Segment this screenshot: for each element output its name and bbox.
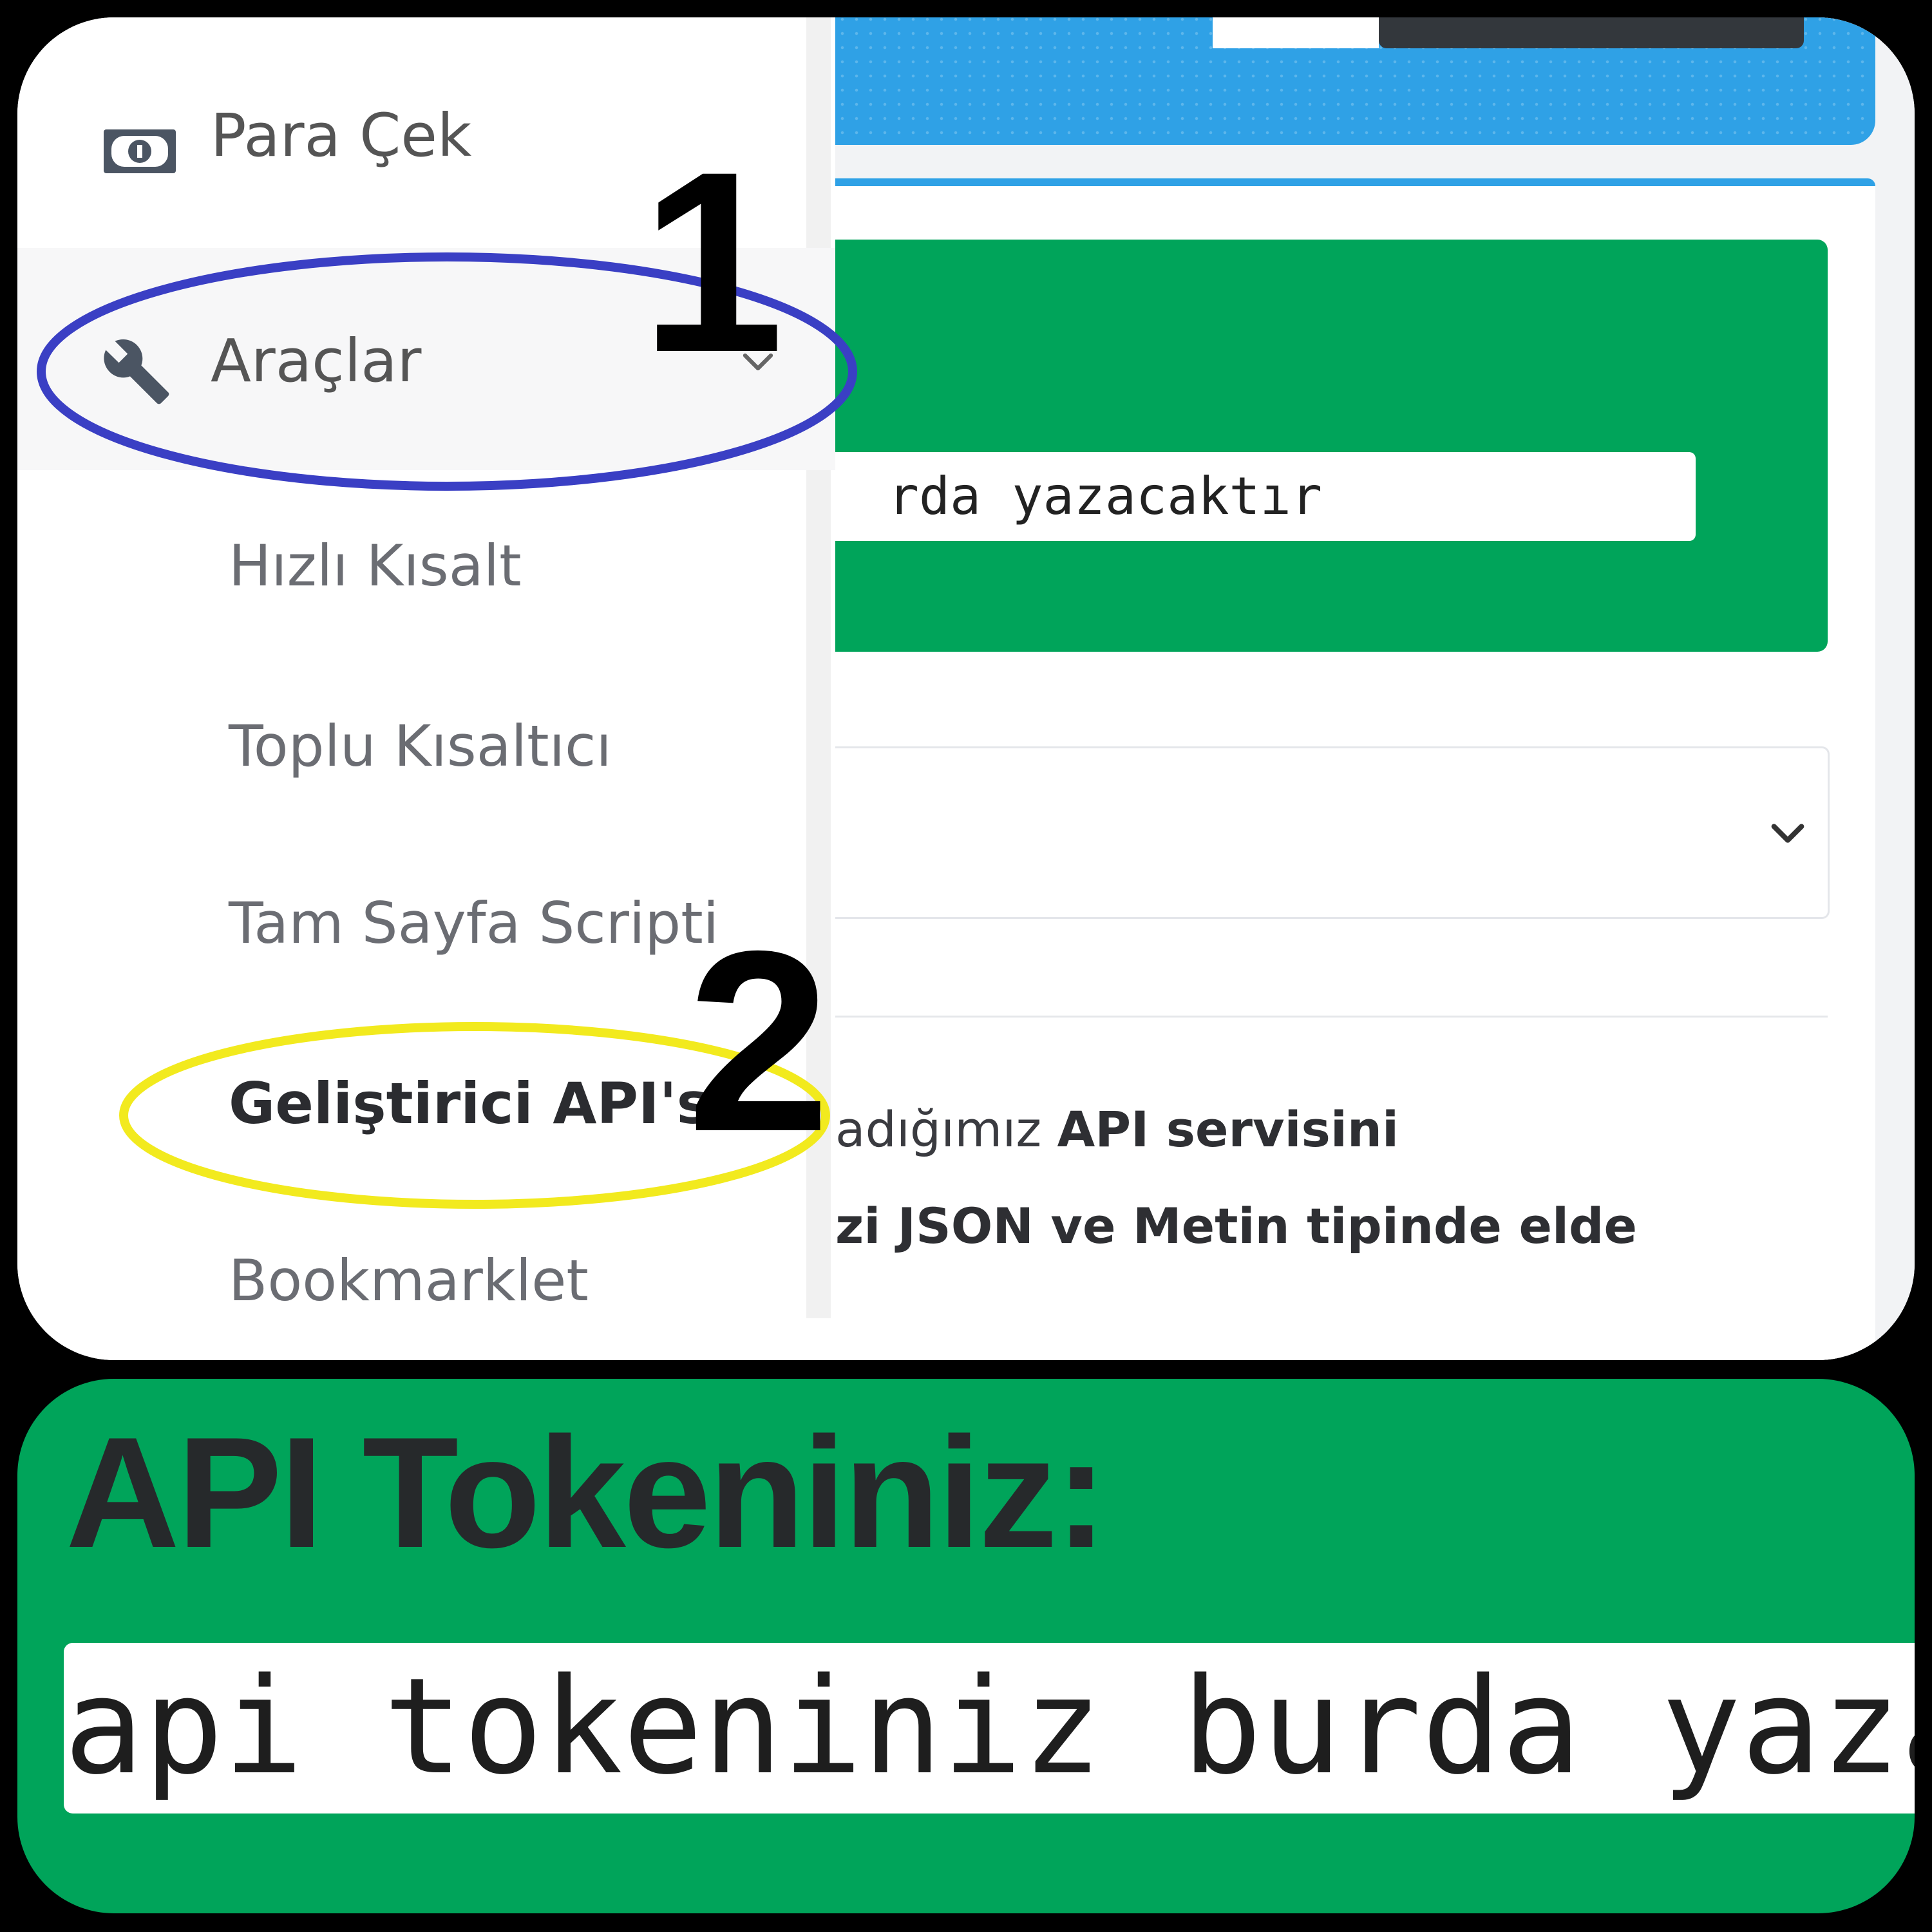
submenu-item-bookmarklet[interactable]: Bookmarklet: [229, 1247, 589, 1314]
header-dark-button[interactable]: [1379, 17, 1804, 48]
submenu-item-hizli-kisalt[interactable]: Hızlı Kısalt: [229, 533, 522, 599]
api-description-line-1: adığımız API servisini: [835, 1101, 1737, 1158]
api-token-value: api tokeniniz burda yazacaktı: [64, 1649, 1915, 1804]
api-token-box: rda yazacaktır: [835, 240, 1828, 652]
format-select[interactable]: [835, 746, 1830, 919]
header-light-button[interactable]: [1213, 17, 1379, 48]
header-banner: [835, 17, 1875, 145]
desc-bold: API servisini: [1057, 1101, 1399, 1158]
submenu-item-tam-sayfa-scripti[interactable]: Tam Sayfa Scripti: [229, 890, 719, 956]
api-token-field-zoomed[interactable]: api tokeniniz burda yazacaktı: [64, 1643, 1915, 1814]
api-description-line-2: zi JSON ve Metin tipinde elde: [835, 1197, 1637, 1255]
screenshot-top-panel: rda yazacaktır adığımız API servisini zi…: [17, 17, 1915, 1360]
zoomed-token-panel: API Tokeniniz: api tokeniniz burda yazac…: [17, 1379, 1915, 1913]
sidebar-item-label: Para Çek: [211, 101, 472, 170]
api-card: rda yazacaktır adığımız API servisini zi…: [835, 178, 1875, 1360]
api-token-heading: API Tokeniniz:: [66, 1404, 1108, 1580]
annotation-step-1: 1: [641, 118, 784, 406]
money-bill-icon: [104, 129, 176, 173]
api-token-input[interactable]: rda yazacaktır: [835, 452, 1696, 541]
desc-prefix: adığımız: [835, 1101, 1057, 1158]
divider: [835, 1016, 1828, 1018]
api-token-text: rda yazacaktır: [887, 466, 1322, 526]
annotation-step-2: 2: [687, 897, 831, 1185]
chevron-down-icon: [1771, 824, 1804, 843]
main-content: rda yazacaktır adığımız API servisini zi…: [835, 17, 1915, 1360]
submenu-item-toplu-kisaltici[interactable]: Toplu Kısaltıcı: [229, 713, 612, 779]
